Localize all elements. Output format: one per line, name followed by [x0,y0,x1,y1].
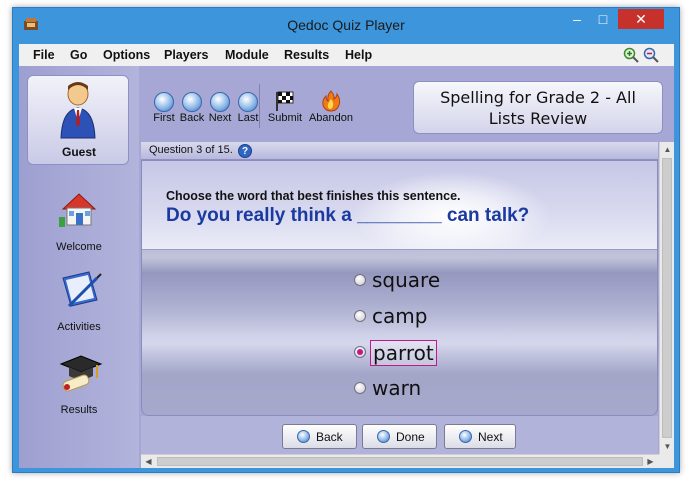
vertical-scrollbar[interactable]: ▲ ▼ [659,142,674,454]
sidebar-item-label: Activities [57,321,101,333]
user-panel[interactable]: Guest [27,75,129,165]
answers-panel: square camp parrot warn [142,249,657,415]
scroll-left-icon[interactable]: ◀ [141,454,156,469]
question-area: Choose the word that best finishes this … [141,160,658,416]
help-icon[interactable]: ? [238,144,252,158]
user-name: Guest [61,145,96,159]
menu-module[interactable]: Module [225,48,269,62]
sidebar-item-activities[interactable]: Activities [19,270,139,340]
module-title-line2: Lists Review [488,109,588,128]
bottom-nav-bar: Back Done Next [141,416,658,454]
menu-help[interactable]: Help [345,48,372,62]
checkered-flag-icon [276,91,294,111]
question-text: Do you really think a ________ can talk? [166,205,530,226]
scroll-right-icon[interactable]: ▶ [643,454,658,469]
first-button[interactable]: First [149,92,179,124]
vertical-scroll-thumb[interactable] [662,158,672,438]
abandon-button[interactable]: Abandon [307,90,355,124]
next-arrow-icon [459,430,472,443]
next-button[interactable]: Next [205,92,235,124]
minimize-button[interactable]: – [564,9,590,29]
submit-button[interactable]: Submit [265,90,305,124]
answer-label[interactable]: camp [370,304,429,328]
sidebar-item-label: Welcome [56,241,102,253]
answer-radio[interactable] [354,310,366,322]
fire-icon [322,90,341,112]
first-label: First [153,112,175,124]
back-icon [182,92,202,112]
answer-radio[interactable] [354,274,366,286]
back-button[interactable]: Back [177,92,207,124]
app-window: Qedoc Quiz Player – □ ✕ File Go Options … [12,7,680,473]
menu-file[interactable]: File [33,48,55,62]
bottom-next-label: Next [478,430,503,444]
question-instruction: Choose the word that best finishes this … [166,189,461,203]
done-icon [377,430,390,443]
scroll-up-icon[interactable]: ▲ [660,142,675,157]
menu-players[interactable]: Players [164,48,208,62]
book-pen-icon [62,271,102,308]
horizontal-scrollbar[interactable]: ◀ ▶ [141,454,659,468]
scroll-down-icon[interactable]: ▼ [660,439,675,454]
sidebar-item-results[interactable]: Results [19,352,139,422]
done-label: Done [396,430,425,444]
question-counter: Question 3 of 15. [149,144,233,156]
menu-go[interactable]: Go [70,48,87,62]
house-icon [59,193,97,227]
scrollbar-corner [659,454,674,468]
close-button[interactable]: ✕ [618,9,664,29]
next-icon [210,92,230,112]
bottom-back-label: Back [316,430,343,444]
maximize-button[interactable]: □ [590,9,616,29]
sidebar: Guest Welcome Activities Results [19,66,139,468]
horizontal-scroll-thumb[interactable] [157,457,643,466]
first-icon [154,92,174,112]
bottom-back-button[interactable]: Back [282,424,357,449]
answer-label[interactable]: warn [370,376,423,400]
abandon-label: Abandon [308,112,354,124]
submit-label: Submit [267,112,303,124]
done-button[interactable]: Done [362,424,437,449]
menu-results[interactable]: Results [284,48,329,62]
sidebar-item-label: Results [60,404,98,416]
last-icon [238,92,258,112]
last-label: Last [237,112,259,124]
back-arrow-icon [297,430,310,443]
answer-label[interactable]: square [370,268,442,292]
toolbar-separator [259,84,260,128]
user-avatar-icon [60,82,96,139]
answer-label[interactable]: parrot [370,340,437,366]
menu-bar: File Go Options Players Module Results H… [19,44,674,66]
back-label: Back [179,112,205,124]
client-area: Guest Welcome Activities Results First B… [19,66,674,468]
graduation-cap-icon [59,355,103,392]
bottom-next-button[interactable]: Next [444,424,516,449]
zoom-out-icon[interactable] [643,47,659,63]
sidebar-item-welcome[interactable]: Welcome [19,191,139,261]
title-bar: Qedoc Quiz Player – □ ✕ [13,8,679,40]
answer-radio-selected[interactable] [354,346,366,358]
next-label: Next [208,112,232,124]
module-title: Spelling for Grade 2 - All Lists Review [413,81,663,134]
module-title-line1: Spelling for Grade 2 - All [440,88,636,107]
answer-radio[interactable] [354,382,366,394]
question-bar: Question 3 of 15. ? [141,142,658,160]
zoom-in-icon[interactable] [623,47,639,63]
menu-options[interactable]: Options [103,48,150,62]
